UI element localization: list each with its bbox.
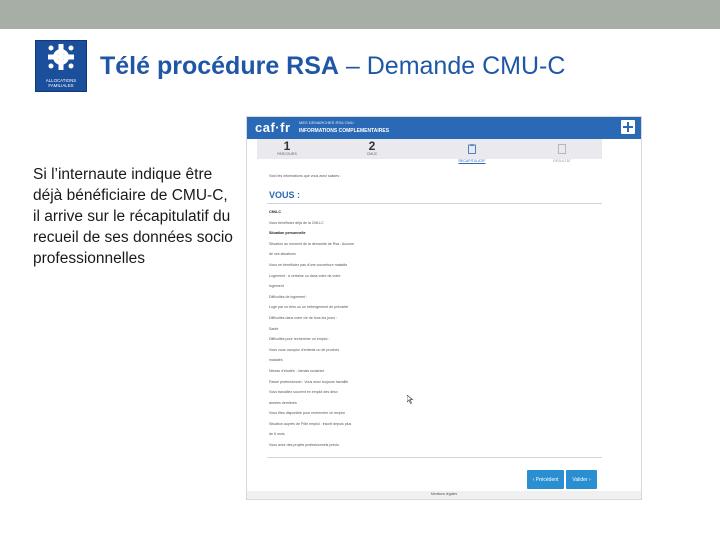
recap-line: Logement : à certaine ou dans votre de v…	[269, 273, 341, 278]
footer-bar: Mentions légales	[247, 491, 641, 499]
caf-header-logo[interactable]: caf·fr	[255, 120, 291, 135]
recap-line: années dernières	[269, 400, 297, 405]
step-label: RECAPITULATIF	[458, 159, 486, 163]
step-label: RESULTAT	[553, 159, 571, 163]
recap-line: malades	[269, 358, 283, 363]
step-recapitulatif[interactable]: RECAPITULATIF	[452, 141, 492, 163]
recap-vous-heading: VOUS :	[269, 190, 301, 200]
recap-line: Vous ne bénéficiez pas d'une couverture …	[269, 262, 348, 267]
caf-mini-logo-icon	[621, 120, 635, 134]
slide-title-bold: Télé procédure RSA	[100, 52, 339, 80]
recap-line: Difficultés de logement :	[269, 294, 308, 299]
recap-line: Vous avez des projets professionnels pré…	[269, 443, 339, 448]
recap-line: Vous bénéficiez déjà de la CMU-C	[269, 220, 324, 225]
recap-line: de 6 mois	[269, 432, 285, 437]
recap-intro: Voici les informations que vous avez sai…	[269, 174, 341, 178]
recap-line: Vous vous occupez d'enfants ou de proche…	[269, 347, 340, 352]
step-label: CMUC	[366, 152, 378, 156]
recap-line: Passé professionnel : Vous avez toujours…	[269, 379, 349, 384]
recap-line: Vous travaillez souvent en emploi des de…	[269, 390, 338, 395]
caf-header-section: INFORMATIONS COMPLEMENTAIRES	[299, 128, 390, 134]
caf-header: caf·fr MES DEMARCHES RSA CMU INFORMATION…	[247, 117, 641, 139]
slide-title: Télé procédure RSA – Demande CMU-C	[100, 52, 565, 81]
embedded-screenshot: caf·fr MES DEMARCHES RSA CMU INFORMATION…	[246, 116, 642, 500]
previous-button[interactable]: ‹ Précédent	[527, 470, 564, 489]
caf-logo: ALLOCATIONS FAMILIALES	[35, 40, 87, 92]
footer-link[interactable]: Mentions légales	[247, 492, 641, 496]
divider	[267, 203, 602, 204]
recap-line: Logé par un tiers ou un hébergement de p…	[269, 305, 349, 310]
family-emblem-icon	[48, 44, 74, 70]
validate-button[interactable]: Valider ›	[566, 470, 597, 489]
recap-line: de ces situations	[269, 252, 296, 257]
step-resultat[interactable]: RESULTAT	[542, 141, 582, 163]
recap-line: Situation personnelle	[269, 231, 306, 236]
step-parcours[interactable]: 1 PARCOURS	[267, 140, 307, 156]
mouse-pointer-icon	[407, 395, 413, 404]
recap-line: Situation auprès de Pôle emploi : inscri…	[269, 421, 352, 426]
caf-header-subtitle: MES DEMARCHES RSA CMU	[299, 120, 354, 125]
progress-steps: 1 PARCOURS 2 CMUC RECAPITULATIF RESULTAT	[257, 139, 602, 163]
slide-title-rest: – Demande CMU-C	[338, 52, 566, 80]
step-number: 1	[283, 139, 291, 153]
recap-line: Difficultés pour rechercher un emploi :	[269, 337, 330, 342]
slide-top-bar	[0, 0, 720, 29]
clipboard-icon	[468, 144, 476, 154]
recap-line: Santé	[269, 326, 279, 331]
recap-lines: CMU-C Vous bénéficiez déjà de la CMU-C S…	[269, 210, 389, 454]
recap-line: Niveau d'études : Jamais scolarisé	[269, 368, 325, 373]
step-number: 2	[368, 139, 376, 153]
recap-line: Vous êtes disponible pour rechercher un …	[269, 411, 345, 416]
doc-icon	[558, 144, 566, 154]
step-label: PARCOURS	[277, 152, 297, 156]
step-cmuc[interactable]: 2 CMUC	[352, 140, 392, 156]
slide-description: Si l’internaute indique être déjà bénéfi…	[33, 166, 233, 267]
recap-line: logement	[269, 284, 284, 289]
recap-line: Difficultés dans votre vie de tous les j…	[269, 315, 338, 320]
divider	[267, 457, 602, 458]
logo-text-line2: FAMILIALES	[48, 83, 74, 88]
recap-line: Situation au moment de la demande de Rsa…	[269, 241, 355, 246]
recap-line: CMU-C	[269, 210, 281, 214]
